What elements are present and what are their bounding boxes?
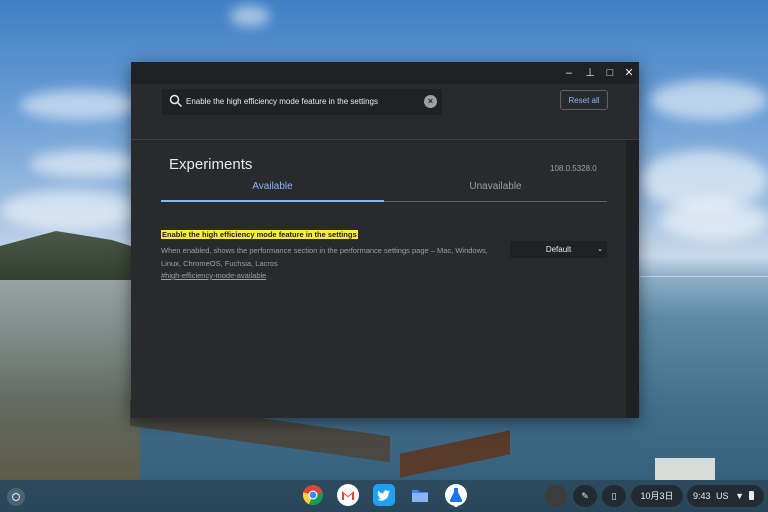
clock: 9:43 (693, 491, 711, 501)
chrome-labs-icon[interactable] (445, 484, 467, 506)
wifi-icon: ▼ (735, 491, 744, 501)
flags-header: × Reset all (131, 84, 639, 140)
active-app-indicator (454, 505, 458, 507)
date-label: 10月3日 (640, 491, 674, 501)
search-icon (169, 94, 183, 108)
experiment-permalink[interactable]: #high-efficiency-mode-available (161, 271, 609, 280)
chrome-flags-window: – ⊥ □ ✕ × Reset all Experiments 108.0.53… (131, 62, 639, 418)
search-input[interactable] (186, 89, 416, 115)
stylus-icon[interactable]: ✎ (573, 485, 597, 507)
battery-icon (748, 491, 754, 500)
chevron-down-icon: ⌄ (597, 246, 603, 253)
launcher-button[interactable] (7, 488, 25, 506)
date-pill[interactable]: 10月3日 (631, 485, 683, 507)
search-box[interactable]: × (162, 89, 442, 115)
maximize-button[interactable]: □ (602, 65, 618, 81)
close-button[interactable]: ✕ (621, 65, 637, 81)
experiment-name: Enable the high efficiency mode feature … (161, 230, 358, 239)
experiment-state-value: Default (545, 245, 572, 254)
scrollbar[interactable] (626, 140, 639, 418)
version-label: 108.0.5328.0 (550, 164, 597, 173)
clear-icon[interactable]: × (424, 95, 437, 108)
files-icon[interactable] (409, 484, 431, 506)
twitter-icon[interactable] (373, 484, 395, 506)
pin-icon[interactable]: ⊥ (582, 65, 598, 81)
chrome-icon[interactable] (302, 484, 324, 506)
locale-label: US (716, 491, 729, 501)
avatar[interactable] (545, 485, 567, 507)
page-title: Experiments (169, 156, 253, 173)
experiment-description: When enabled, shows the performance sect… (161, 246, 488, 268)
clipboard-icon[interactable]: ▯ (602, 485, 626, 507)
tab-unavailable[interactable]: Unavailable (384, 180, 607, 202)
flags-content: Experiments 108.0.5328.0 Available Unava… (131, 140, 626, 418)
experiment-state-select[interactable]: Default ⌄ (510, 241, 607, 258)
title-bar: – ⊥ □ ✕ (131, 62, 639, 84)
gmail-icon[interactable] (337, 484, 359, 506)
tab-available[interactable]: Available (161, 180, 384, 202)
reset-all-button[interactable]: Reset all (560, 90, 608, 110)
minimize-button[interactable]: – (561, 65, 577, 81)
experiment-item: Enable the high efficiency mode feature … (161, 224, 609, 280)
system-tray[interactable]: 9:43 US ▼ (687, 485, 764, 507)
